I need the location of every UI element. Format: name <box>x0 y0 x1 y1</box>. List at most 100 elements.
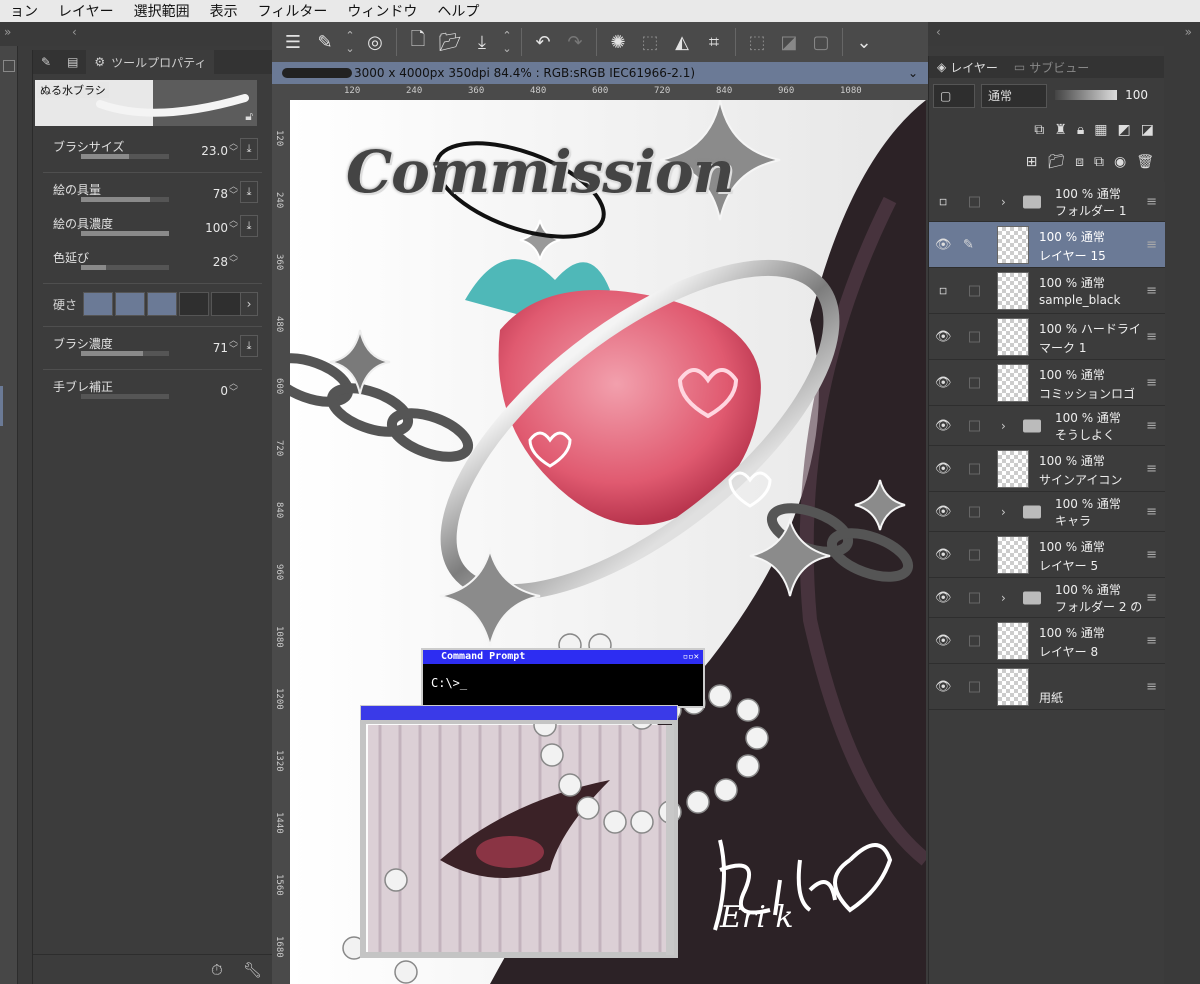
menu-item-selection[interactable]: 選択範囲 <box>124 1 200 21</box>
layer-name[interactable]: 用紙 <box>1039 689 1063 706</box>
layer-select-checkbox[interactable] <box>969 463 980 474</box>
menu-icon[interactable]: ≡ <box>1146 504 1157 519</box>
layer-row[interactable]: 👁︎ ✎ 100 % 通常 レイヤー 15 ≡ <box>929 222 1165 268</box>
tab-subtool-detail[interactable]: ▤ <box>59 50 86 74</box>
brush-density-slider[interactable] <box>81 351 169 356</box>
layer-name[interactable]: そうしよく <box>1055 426 1115 443</box>
pressure-settings-button[interactable]: ⤓ <box>240 215 258 237</box>
layer-select-checkbox[interactable] <box>969 592 980 603</box>
new-file-icon[interactable]: 🗋︎ <box>403 27 433 57</box>
layer-select-checkbox[interactable] <box>969 549 980 560</box>
stepper-icon[interactable]: ⌃ ⌄ <box>342 27 358 57</box>
hardness-step[interactable] <box>147 292 177 316</box>
mask-icon[interactable]: ◩ <box>1118 122 1131 138</box>
color-stretch-row[interactable]: 色延び 28 ︿ ﹀ <box>53 245 258 279</box>
layer-folder-row[interactable]: 👁︎ › 100 % 通常 そうしよく ≡ <box>929 406 1165 446</box>
hardness-step[interactable] <box>211 292 241 316</box>
spin-icon[interactable]: ︿ ﹀ <box>229 380 238 398</box>
menu-icon[interactable]: ≡ <box>1146 375 1157 390</box>
document-tab[interactable]: 3000 x 4000px 350dpi 84.4% : RGB:sRGB IE… <box>272 62 928 84</box>
layer-select-checkbox[interactable] <box>969 196 980 207</box>
layer-color-select[interactable]: ▢ <box>933 84 975 108</box>
lock-icon[interactable]: 🔒︎ <box>1077 122 1084 138</box>
loading-icon[interactable]: ✺ <box>603 27 633 57</box>
eye-icon[interactable]: 👁︎ <box>935 633 952 648</box>
chevron-right-icon[interactable]: › <box>240 292 258 316</box>
chevron-down-icon[interactable]: ⌄ <box>908 66 918 80</box>
color-stretch-value[interactable]: 28 <box>213 255 228 269</box>
eye-icon[interactable]: 👁︎ <box>935 375 952 390</box>
menu-item-animation[interactable]: ョン <box>0 1 48 21</box>
pressure-settings-button[interactable]: ⤓ <box>240 181 258 203</box>
layer-folder-row[interactable]: 👁︎ › 100 % 通常 キャラ ≡ <box>929 492 1165 532</box>
blend-mode-select[interactable]: 通常 <box>981 84 1047 108</box>
brush-size-slider[interactable] <box>81 154 169 159</box>
eye-icon[interactable]: 👁︎ <box>935 329 952 344</box>
layer-row[interactable]: 👁︎ 100 % 通常 コミッションロゴ ≡ <box>929 360 1165 406</box>
selection-border-icon[interactable]: ▢ <box>806 27 836 57</box>
eye-icon[interactable]: 👁︎ <box>935 590 952 605</box>
visibility-off-icon[interactable]: ▫ <box>935 283 951 298</box>
chevron-down-icon[interactable]: ⌄ <box>849 27 879 57</box>
menu-icon[interactable]: ≡ <box>1146 418 1157 433</box>
hardness-step[interactable] <box>83 292 113 316</box>
brush-settings-icon[interactable]: ✎ <box>310 27 340 57</box>
eye-icon[interactable]: 👁︎ <box>935 418 952 433</box>
paint-amount-row[interactable]: 絵の具量 78 ︿ ﹀ ⤓ <box>53 177 258 211</box>
brush-density-value[interactable]: 71 <box>213 341 228 355</box>
tab-subtool-pen[interactable]: ✎ <box>33 50 59 74</box>
collapse-icon[interactable]: » <box>1185 25 1192 39</box>
hardness-step[interactable] <box>115 292 145 316</box>
menu-icon[interactable]: ≡ <box>1146 679 1157 694</box>
layer-name[interactable]: キャラ <box>1055 512 1091 529</box>
mask-add-icon[interactable]: ◉ <box>1114 154 1126 170</box>
menu-item-filter[interactable]: フィルター <box>248 1 338 21</box>
eye-icon[interactable]: 👁︎ <box>935 461 952 476</box>
layer-row[interactable]: 👁︎ 100 % ハードライ マーク 1 ≡ <box>929 314 1165 360</box>
menu-icon[interactable]: ≡ <box>1146 194 1157 209</box>
menu-item-view[interactable]: 表示 <box>200 1 248 21</box>
menu-icon[interactable]: ≡ <box>1146 283 1157 298</box>
layer-select-checkbox[interactable] <box>969 331 980 342</box>
stabilization-slider[interactable] <box>81 394 169 399</box>
layer-row[interactable]: 👁︎ 100 % 通常 レイヤー 8 ≡ <box>929 618 1165 664</box>
chevron-right-icon[interactable]: › <box>1001 505 1006 519</box>
layer-name[interactable]: レイヤー 5 <box>1039 557 1098 574</box>
menu-icon[interactable]: ≡ <box>1146 329 1157 344</box>
menu-item-layer[interactable]: レイヤー <box>48 1 124 21</box>
clip-layer-icon[interactable]: ⧉ <box>1034 122 1044 138</box>
layer-name[interactable]: レイヤー 8 <box>1039 643 1098 660</box>
eye-icon[interactable]: 👁︎ <box>935 504 952 519</box>
paint-density-value[interactable]: 100 <box>205 221 228 235</box>
opacity-value[interactable]: 100 <box>1125 88 1148 102</box>
tab-tool-property[interactable]: ⚙ ツールプロパティ <box>86 50 215 74</box>
fill-icon[interactable]: ◭ <box>667 27 697 57</box>
spin-icon[interactable]: ︿ ﹀ <box>229 140 238 158</box>
wrench-icon[interactable]: 🔧︎ <box>243 961 262 979</box>
layer-select-checkbox[interactable] <box>969 377 980 388</box>
redo-icon[interactable]: ↷ <box>560 27 590 57</box>
reset-icon[interactable]: ⏱ <box>211 961 223 979</box>
menu-icon[interactable]: ≡ <box>1146 461 1157 476</box>
color-stretch-slider[interactable] <box>81 265 169 270</box>
layer-folder-row[interactable]: ▫ › 100 % 通常 フォルダー 1 ≡ <box>929 182 1165 222</box>
menu-item-window[interactable]: ウィンドウ <box>337 1 427 21</box>
save-icon[interactable]: ⤓ <box>467 27 497 57</box>
stabilization-value[interactable]: 0 <box>220 384 228 398</box>
eye-icon[interactable]: 👁︎ <box>935 679 952 694</box>
lock-icon[interactable]: 🔓︎ <box>245 109 253 124</box>
opacity-slider[interactable] <box>1055 90 1117 100</box>
layer-name[interactable]: レイヤー 15 <box>1039 247 1106 264</box>
lock-transparency-icon[interactable]: ▦ <box>1094 122 1107 138</box>
tab-subview[interactable]: ▭ サブビュー <box>1006 56 1097 78</box>
menu-icon[interactable]: ≡ <box>1146 237 1157 252</box>
layer-select-checkbox[interactable] <box>969 681 980 692</box>
layer-name[interactable]: マーク 1 <box>1039 339 1086 356</box>
open-folder-icon[interactable]: 📂︎ <box>435 27 465 57</box>
layer-name[interactable]: サインアイコン <box>1039 471 1122 488</box>
hardness-selector[interactable] <box>83 292 241 316</box>
brush-density-row[interactable]: ブラシ濃度 71 ︿ ﹀ ⤓ <box>53 331 258 365</box>
menu-icon[interactable]: ≡ <box>1146 547 1157 562</box>
eye-icon[interactable]: 👁︎ <box>935 237 952 252</box>
new-raster-layer-icon[interactable]: ⊞ <box>1026 154 1038 170</box>
